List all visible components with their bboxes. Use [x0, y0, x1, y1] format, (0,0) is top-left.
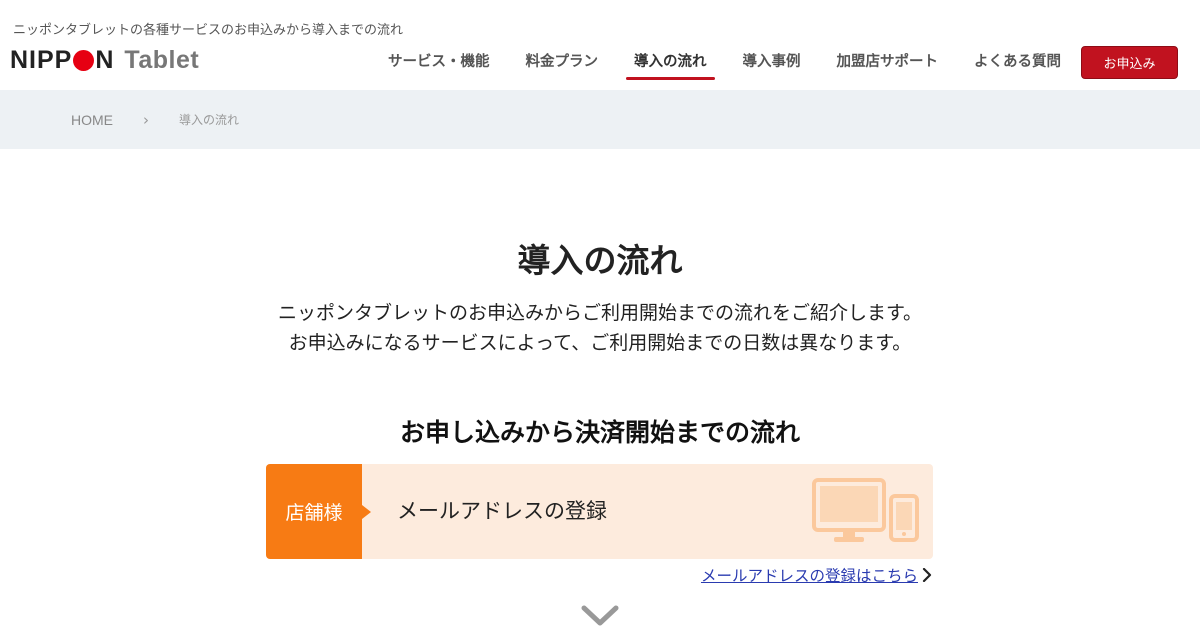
intro-line-1: ニッポンタブレットのお申込みからご利用開始までの流れをご紹介します。 — [277, 302, 923, 324]
nav-item-pricing[interactable]: 料金プラン — [508, 44, 617, 80]
nav-item-case-studies[interactable]: 導入事例 — [725, 44, 819, 80]
section-title: お申し込みから決済開始までの流れ — [399, 418, 800, 447]
chevron-right-icon — [922, 568, 932, 582]
intro-text: ニッポンタブレットのお申込みからご利用開始までの流れをご紹介します。 お申込みに… — [0, 298, 1200, 358]
logo-red-dot — [73, 49, 95, 71]
apply-button[interactable]: お申込み — [1081, 46, 1178, 79]
nav-item-onboarding-flow[interactable]: 導入の流れ — [616, 44, 725, 80]
page-title: 導入の流れ — [517, 241, 683, 280]
site-tagline: ニッポンタブレットの各種サービスのお申込みから導入までの流れ — [13, 23, 404, 38]
breadcrumb: HOME › 導入の流れ — [0, 90, 1200, 149]
nav-item-faq[interactable]: よくある質問 — [956, 44, 1079, 80]
nav-item-services[interactable]: サービス・機能 — [370, 44, 508, 80]
intro-line-2: お申込みになるサービスによって、ご利用開始までの日数は異なります。 — [288, 332, 912, 354]
step-actor-badge: 店舗様 — [266, 464, 362, 559]
breadcrumb-separator-icon: › — [143, 110, 149, 129]
step-arrow-icon — [362, 505, 371, 519]
step-label: メールアドレスの登録 — [397, 499, 607, 523]
main-nav: サービス・機能 料金プラン 導入の流れ 導入事例 加盟店サポート よくある質問 — [370, 44, 1079, 80]
site-logo[interactable]: NIPP N Tablet — [10, 46, 199, 74]
breadcrumb-current: 導入の流れ — [179, 113, 240, 127]
nav-item-merchant-support[interactable]: 加盟店サポート — [819, 44, 957, 80]
email-registration-link-text: メールアドレスの登録はこちら — [700, 567, 918, 585]
logo-nippon-wordmark: NIPP N — [10, 45, 115, 74]
chevron-down-icon — [581, 605, 619, 626]
email-registration-link[interactable]: メールアドレスの登録はこちら — [701, 564, 932, 586]
flow-step-card: 店舗様 メールアドレスの登録 — [266, 464, 933, 559]
devices-icon — [812, 478, 919, 542]
logo-tablet-wordmark: Tablet — [124, 45, 200, 74]
breadcrumb-home-link[interactable]: HOME — [71, 112, 113, 128]
